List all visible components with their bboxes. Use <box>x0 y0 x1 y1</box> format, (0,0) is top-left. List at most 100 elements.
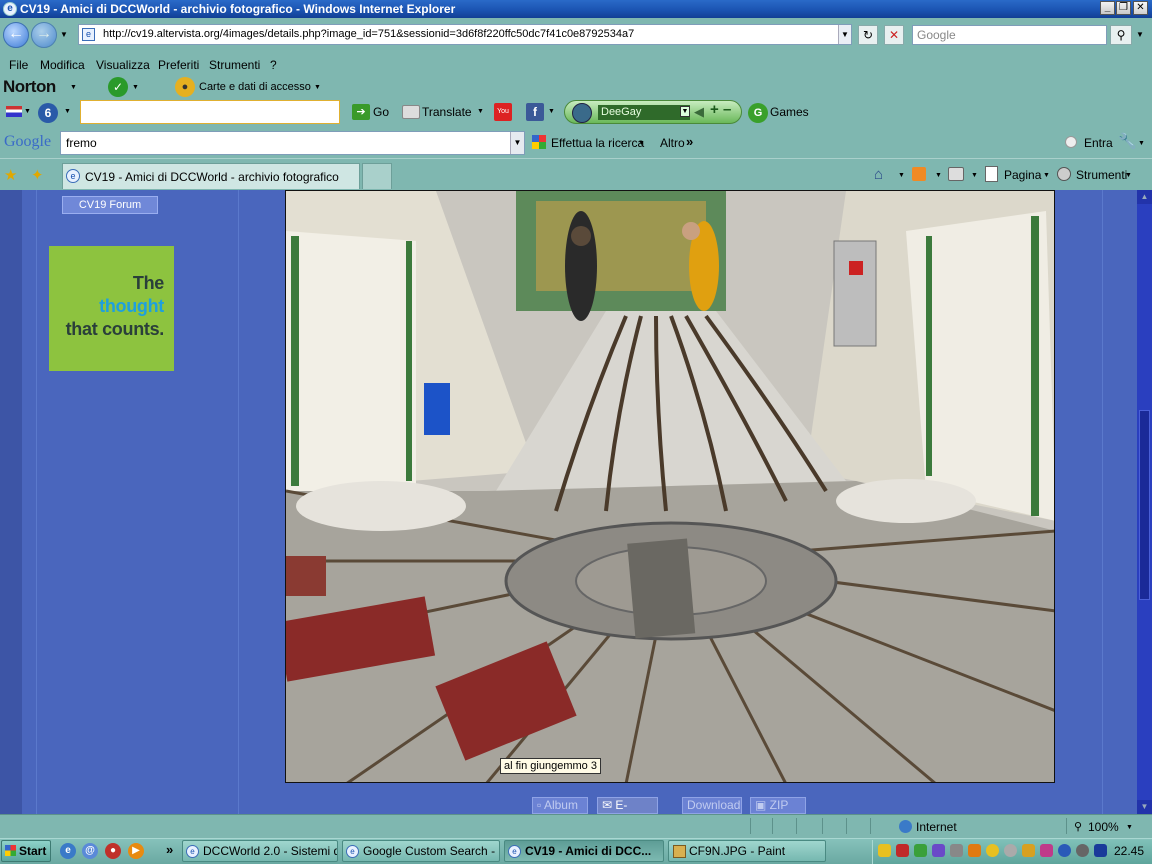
taskbar-item-active[interactable]: CV19 - Amici di DCC... <box>504 840 664 862</box>
page-menu-button[interactable]: Pagina <box>1004 168 1041 182</box>
stop-button[interactable]: ✕ <box>884 25 904 45</box>
google-history-dropdown-icon[interactable]: ▼ <box>510 132 524 154</box>
advertisement-banner[interactable]: The thought that counts. <box>49 246 174 371</box>
home-dropdown-icon[interactable]: ▼ <box>898 172 905 179</box>
download-button[interactable]: Download <box>682 797 742 814</box>
close-window-button[interactable]: ✕ <box>1133 1 1148 15</box>
tray-messenger-icon[interactable] <box>1040 844 1053 857</box>
tray-utility-icon[interactable] <box>950 844 963 857</box>
address-dropdown-icon[interactable]: ▼ <box>838 25 851 44</box>
menu-strumenti[interactable]: Strumenti <box>209 58 260 72</box>
search-options-icon[interactable]: ▼ <box>1136 30 1144 39</box>
wrench-icon[interactable]: 🔧 <box>1118 132 1137 150</box>
quicklaunch-outlook-icon[interactable]: @ <box>82 843 98 859</box>
print-icon[interactable] <box>948 167 964 181</box>
tray-antivirus-icon[interactable] <box>896 844 909 857</box>
scroll-up-icon[interactable]: ▲ <box>1137 190 1152 204</box>
menu-preferiti[interactable]: Preferiti <box>158 58 199 72</box>
radio-station-select[interactable]: DeeGay <box>598 105 690 120</box>
go-arrow-icon[interactable]: ➔ <box>352 104 370 120</box>
translate-button[interactable]: Translate <box>422 105 472 119</box>
facebook-icon[interactable]: f <box>526 103 544 121</box>
identity-dropdown-icon[interactable]: ▼ <box>314 84 321 91</box>
new-tab-button[interactable] <box>362 163 392 189</box>
norton-menu-icon[interactable]: ▼ <box>70 84 77 91</box>
facebook-dropdown-icon[interactable]: ▼ <box>548 108 555 115</box>
go-button[interactable]: Go <box>373 105 389 119</box>
youtube-icon[interactable]: You <box>494 103 512 121</box>
flag-dropdown-icon[interactable]: ▼ <box>24 108 31 115</box>
tray-folder-icon[interactable] <box>1022 844 1035 857</box>
menu-file[interactable]: File <box>9 58 28 72</box>
minimize-button[interactable]: _ <box>1100 1 1115 15</box>
toolbar-logo-dropdown-icon[interactable]: ▼ <box>64 108 71 115</box>
scrollbar-thumb[interactable] <box>1139 410 1150 600</box>
flag-icon[interactable] <box>6 106 22 117</box>
google-search-input[interactable]: fremo <box>60 131 525 155</box>
tray-update-icon[interactable] <box>986 844 999 857</box>
album-button[interactable]: ▫ Album <box>532 797 588 814</box>
quicklaunch-more-icon[interactable]: » <box>166 842 173 857</box>
address-field[interactable]: http://cv19.altervista.org/4images/detai… <box>78 24 852 45</box>
tray-security-icon[interactable] <box>1076 844 1089 857</box>
home-icon[interactable]: ⌂ <box>874 166 883 183</box>
system-clock[interactable]: 22.45 <box>1114 844 1144 858</box>
google-more-button[interactable]: Altro <box>660 136 685 150</box>
gallery-photo[interactable] <box>285 190 1055 783</box>
window-title-bar[interactable]: CV19 - Amici di DCCWorld - archivio foto… <box>0 0 1152 18</box>
tray-shield-icon[interactable] <box>878 844 891 857</box>
tools-dropdown-icon[interactable]: ▼ <box>1125 172 1132 179</box>
tray-volume-icon[interactable] <box>968 844 981 857</box>
forward-button[interactable]: → <box>31 22 57 48</box>
search-field[interactable]: Google <box>912 25 1107 45</box>
menu-help[interactable]: ? <box>270 58 277 72</box>
taskbar-item[interactable]: DCCWorld 2.0 - Sistemi di... <box>182 840 338 862</box>
zip-button[interactable]: ▣ ZIP <box>750 797 806 814</box>
tab-active[interactable]: CV19 - Amici di DCCWorld - archivio foto… <box>62 163 360 189</box>
quicklaunch-media-icon[interactable]: ● <box>105 843 121 859</box>
google-search-button[interactable]: Effettua la ricerca <box>551 136 644 150</box>
games-button[interactable]: Games <box>770 105 809 119</box>
google-logo[interactable]: Google <box>4 133 51 151</box>
search-icon[interactable]: ⚲ <box>1110 25 1132 45</box>
chevron-right-icon[interactable]: » <box>686 134 693 149</box>
volume-up-icon[interactable]: + <box>710 101 719 118</box>
maximize-button[interactable]: ❐ <box>1116 1 1131 15</box>
feeds-icon[interactable] <box>912 167 926 181</box>
station-dropdown-icon[interactable]: ▼ <box>680 106 690 117</box>
history-dropdown-icon[interactable]: ▼ <box>60 30 68 39</box>
page-dropdown-icon[interactable]: ▼ <box>1043 172 1050 179</box>
favorites-star-icon[interactable]: ★ <box>4 166 17 184</box>
quicklaunch-player-icon[interactable]: ▶ <box>128 843 144 859</box>
google-search-dropdown-icon[interactable]: ▼ <box>638 140 645 147</box>
translate-dropdown-icon[interactable]: ▼ <box>477 108 484 115</box>
ecard-button[interactable]: ✉ E-Card <box>597 797 658 827</box>
zoom-level[interactable]: 100% <box>1088 820 1119 834</box>
safe-check-icon[interactable]: ✓ <box>108 77 128 97</box>
back-button[interactable]: ← <box>3 22 29 48</box>
tray-monitor-icon[interactable] <box>1094 844 1107 857</box>
tray-connection-icon[interactable] <box>1058 844 1071 857</box>
zoom-dropdown-icon[interactable]: ▼ <box>1126 824 1133 831</box>
toolbar-search-input[interactable] <box>80 100 340 124</box>
taskbar-item[interactable]: CF9N.JPG - Paint <box>668 840 826 862</box>
wrench-dropdown-icon[interactable]: ▼ <box>1138 140 1145 147</box>
scroll-down-icon[interactable]: ▼ <box>1137 800 1152 814</box>
volume-down-icon[interactable]: – <box>723 101 731 118</box>
forum-link-button[interactable]: CV19 Forum <box>62 196 158 214</box>
norton-logo[interactable]: Norton <box>3 77 56 97</box>
refresh-button[interactable]: ↻ <box>858 25 878 45</box>
toolbar-logo-icon[interactable]: 6 <box>38 103 58 123</box>
tools-menu-button[interactable]: Strumenti <box>1076 168 1127 182</box>
tray-device-icon[interactable] <box>1004 844 1017 857</box>
feeds-dropdown-icon[interactable]: ▼ <box>935 172 942 179</box>
google-signin-button[interactable]: Entra <box>1084 136 1113 150</box>
security-zone[interactable]: Internet <box>916 820 957 834</box>
tray-network-icon[interactable] <box>914 844 927 857</box>
safe-check-dropdown-icon[interactable]: ▼ <box>132 84 139 91</box>
tray-app-icon[interactable] <box>932 844 945 857</box>
add-favorites-icon[interactable]: ✦ <box>31 166 44 184</box>
volume-icon[interactable]: ◀ <box>694 104 704 120</box>
identity-safe-button[interactable]: Carte e dati di accesso <box>199 81 311 93</box>
menu-visualizza[interactable]: Visualizza <box>96 58 150 72</box>
